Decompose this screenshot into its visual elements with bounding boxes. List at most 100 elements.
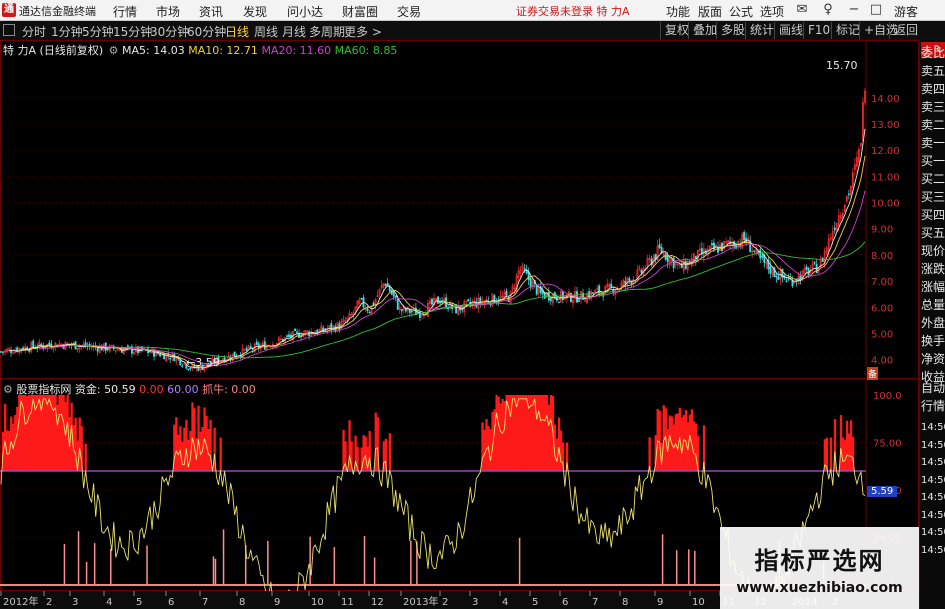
side-panel-item[interactable]: 卖五 [921,63,945,79]
menu-formula[interactable]: 公式 [729,3,753,20]
period-1min[interactable]: 1分钟 [51,23,83,40]
period-5min[interactable]: 5分钟 [82,23,114,40]
menu-trade[interactable]: 交易 [397,3,421,20]
candle-body [584,300,587,302]
panel-toggle-icon[interactable] [3,24,15,36]
fund-bar [549,395,553,471]
stock-name: 特 力A [3,44,37,57]
candle-body [610,283,613,288]
menu-function[interactable]: 功能 [666,3,690,20]
period-monthly[interactable]: 月线 [282,23,306,40]
side-panel-item[interactable]: 买二 [921,171,945,187]
side-panel-item[interactable]: 买一 [921,153,945,169]
maximize-icon[interactable]: □ [868,2,884,18]
menu-layout[interactable]: 版面 [698,3,722,20]
small-note-badge[interactable]: 备 [867,367,879,380]
price-tick-label: 14.00 [871,94,900,105]
side-panel-item[interactable]: 卖四 [921,81,945,97]
tick-time-item[interactable]: 14:50 [921,525,945,541]
ma20-line [39,190,866,366]
fund-bar [499,403,502,471]
x-tick-label: 2 [46,597,52,608]
side-panel-item[interactable]: 卖一 [921,135,945,151]
side-panel-item[interactable]: 净资 [921,351,945,367]
side-panel-item[interactable]: 自动 [921,380,945,396]
menu-news[interactable]: 资讯 [199,3,223,20]
back-button[interactable]: 返回 [889,22,922,39]
candle-body [640,269,643,273]
menu-quotes[interactable]: 行情 [113,3,137,20]
menu-options[interactable]: 选项 [760,3,784,20]
side-panel-item[interactable]: 总量 [921,297,945,313]
hint-icon[interactable]: ♀ [820,2,836,18]
minimize-icon[interactable]: − [846,2,862,18]
menu-wealth[interactable]: 财富圈 [342,3,378,20]
x-tick-label: 9 [274,597,280,608]
side-panel-item[interactable]: 涨跌 [921,261,945,277]
tick-time-item[interactable]: 14:50 [921,490,945,506]
fund-bar [84,443,87,471]
price-tick-label: 7.00 [871,277,893,288]
side-panel-item[interactable]: 换手 [921,333,945,349]
gift-icon[interactable]: ✉ [794,2,810,18]
settings-icon[interactable]: ⚙ [109,44,119,57]
quote-side-panel: L R 委比 卖五 卖四 卖三 卖二 卖一 买一 买二 买三 买四 买五 现价 涨跌 涨幅 总量 外盘 换手 净资… [919,40,945,609]
x-tick-label: 5 [136,597,142,608]
indicator-current-value: 5.59 [867,486,898,497]
period-weekly[interactable]: 周线 [254,23,278,40]
fund-bar [362,435,365,471]
candle-body [721,242,723,251]
tick-time-item[interactable]: 14:50 [921,455,945,471]
main-grid [0,97,866,361]
side-panel-item[interactable]: 外盘 [921,315,945,331]
side-panel-item[interactable]: 卖三 [921,99,945,115]
bull-label: 抓牛: 0.00 [202,383,256,396]
candle-body [360,298,363,300]
tick-time-item[interactable]: 14:50 [921,438,945,454]
period-30min[interactable]: 30分钟 [150,23,189,40]
side-panel-item[interactable]: 买三 [921,189,945,205]
fund-bar [557,417,561,471]
f10-button[interactable]: F10 [803,22,834,39]
kline-chart[interactable]: 14.00 13.00 12.00 11.00 10.00 9.00 8.00 7.00 6.0… [0,40,919,609]
side-panel-item[interactable]: 现价 [921,243,945,259]
tick-time-item[interactable]: 14:50 [921,508,945,524]
period-intraday[interactable]: 分时 [22,23,46,40]
tick-time-item[interactable]: 14:50 [921,473,945,489]
candle-body [666,256,669,262]
side-panel-item[interactable]: 涨幅 [921,279,945,295]
x-tick-label: 12 [371,597,384,608]
candle-body [431,298,433,305]
candles [0,87,866,373]
fund-bar [78,417,81,471]
fund-bar [517,395,520,471]
ma60-label: MA60: 8.85 [334,44,398,57]
period-60min[interactable]: 60分钟 [187,23,226,40]
watermark-title: 指标严选网 [754,547,885,575]
x-tick-label: 10 [311,597,324,608]
fund-bar [847,433,851,471]
side-panel-item[interactable]: 买四 [921,207,945,223]
side-panel-item[interactable]: 卖二 [921,117,945,133]
period-15min[interactable]: 15分钟 [113,23,152,40]
user-label[interactable]: 游客 [894,3,918,20]
menu-discover[interactable]: 发现 [243,3,267,20]
indicator-settings-icon[interactable]: ⚙ [3,383,13,396]
menu-ask[interactable]: 问小达 [287,3,323,20]
tick-time-item[interactable]: 14:50 [921,420,945,436]
period-multi[interactable]: 多周期 [309,23,345,40]
x-tick-label: 4 [502,597,508,608]
period-daily[interactable]: 日线 [225,23,249,40]
side-panel-item[interactable]: 行情 [921,398,945,414]
tick-time-item[interactable]: 14:50 [921,543,945,559]
low-price-label: ←3.59 [186,356,220,369]
period-more[interactable]: 更多 > [344,23,382,40]
fund-bar [197,405,200,471]
side-panel-item[interactable]: 委比 [921,45,945,61]
menu-market[interactable]: 市场 [156,3,180,20]
side-panel-item[interactable]: 买五 [921,225,945,241]
low-price-value: 3.59 [195,356,220,369]
fund-bar [559,430,563,471]
fund-bar [179,426,182,471]
candle-body [769,266,772,274]
